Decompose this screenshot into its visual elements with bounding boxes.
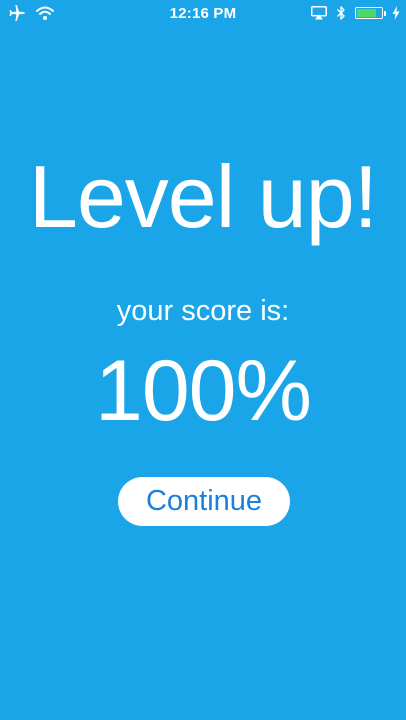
score-value: 100% (95, 343, 312, 439)
battery-icon (355, 7, 386, 19)
status-right-group (311, 5, 400, 21)
status-bar: 12:16 PM (0, 0, 406, 28)
battery-body (355, 7, 386, 19)
continue-button[interactable]: Continue (118, 477, 290, 526)
page-title: Level up! (28, 147, 378, 246)
score-label: your score is: (116, 295, 290, 327)
battery-tip (384, 11, 386, 16)
battery-level (357, 9, 377, 17)
charging-bolt-icon (392, 6, 400, 20)
airplay-icon (311, 6, 327, 20)
bluetooth-icon (336, 5, 346, 21)
